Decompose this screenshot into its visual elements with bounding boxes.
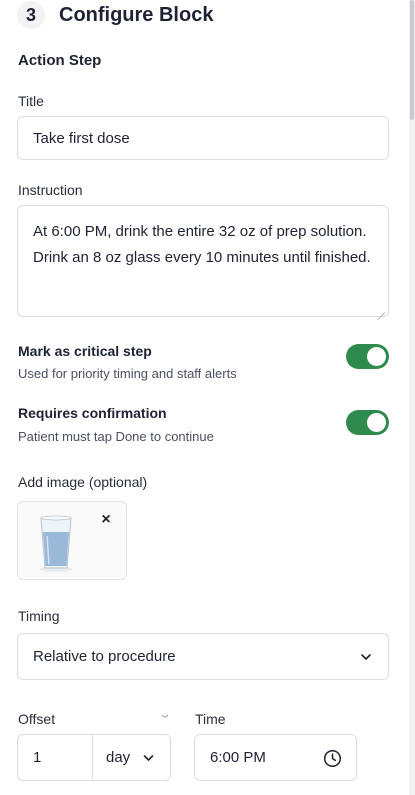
offset-unit-value: day [106, 749, 131, 766]
title-input-value: Take first dose [33, 129, 130, 147]
time-input[interactable]: 6:00 PM [194, 734, 357, 781]
chevron-down-icon [143, 755, 154, 761]
instruction-label: Instruction [18, 182, 83, 198]
scrollbar-thumb[interactable] [410, 0, 414, 120]
instruction-textarea[interactable]: At 6:00 PM, drink the entire 32 oz of pr… [17, 205, 389, 317]
offset-number-input[interactable]: 1 [18, 735, 93, 780]
time-label: Time [195, 711, 226, 727]
resize-handle-icon[interactable] [377, 305, 385, 313]
section-label: Action Step [18, 52, 102, 69]
critical-step-toggle[interactable] [346, 344, 389, 369]
time-input-value: 6:00 PM [210, 749, 266, 766]
confirmation-subtitle: Patient must tap Done to continue [18, 429, 214, 444]
page-title: Configure Block [59, 3, 214, 26]
confirmation-label: Requires confirmation [18, 405, 167, 421]
offset-unit-select[interactable]: day [93, 735, 170, 780]
offset-hint-mark [161, 714, 169, 718]
block-header: 3 Configure Block [17, 0, 213, 30]
clock-icon[interactable] [323, 749, 342, 768]
toggle-knob [367, 347, 386, 366]
offset-input-group: 1 day [17, 734, 171, 781]
offset-label: Offset [18, 711, 56, 727]
image-label: Add image (optional) [18, 474, 148, 490]
step-number-badge: 3 [17, 1, 45, 29]
title-input[interactable]: Take first dose [17, 116, 389, 160]
confirmation-toggle[interactable] [346, 410, 389, 435]
title-label: Title [18, 93, 44, 109]
timing-select[interactable]: Relative to procedure [17, 633, 389, 680]
remove-image-icon[interactable]: × [98, 512, 114, 528]
timing-label: Timing [18, 608, 60, 624]
water-glass-icon [40, 515, 72, 572]
critical-step-subtitle: Used for priority timing and staff alert… [18, 366, 237, 381]
instruction-textarea-value: At 6:00 PM, drink the entire 32 oz of pr… [33, 223, 371, 266]
toggle-knob [367, 413, 386, 432]
critical-step-label: Mark as critical step [18, 343, 152, 359]
image-thumbnail[interactable]: × [17, 501, 127, 580]
scrollbar[interactable] [409, 0, 415, 795]
timing-select-value: Relative to procedure [33, 648, 176, 665]
chevron-down-icon [361, 654, 371, 660]
